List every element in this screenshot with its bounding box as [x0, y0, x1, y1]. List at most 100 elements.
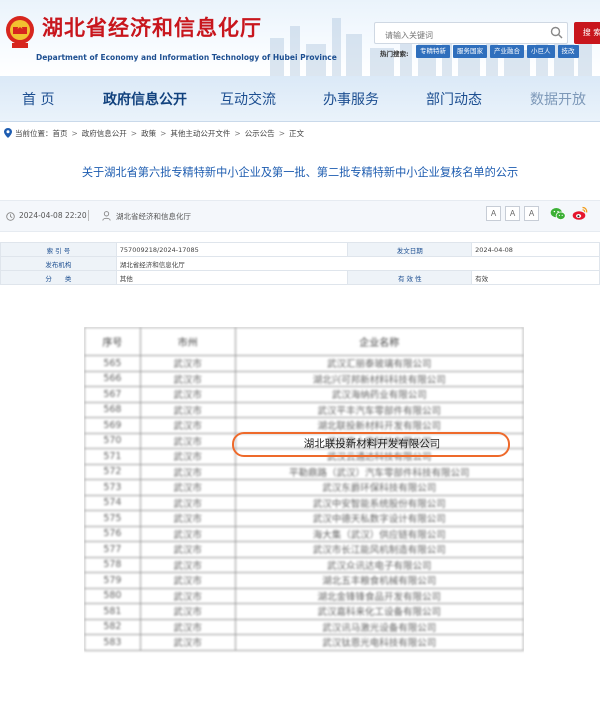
company-name-cell: 武汉东爵环保科技有限公司 — [234, 479, 524, 496]
table-row: 572 武汉市 平勒鼎路（武汉）汽车零部件科技有限公司 — [84, 463, 524, 480]
nav-item-home[interactable]: 首 页 — [22, 76, 54, 122]
table-row: 567 武汉市 武汉海纳药业有限公司 — [84, 386, 524, 403]
table-row: 577 武汉市 武汉市长江能风机制造有限公司 — [84, 541, 524, 558]
company-name-cell: 武汉众讯达电子有限公司 — [234, 556, 524, 573]
index-value: 757009218/2024-17085 — [115, 242, 349, 257]
row-number-cell: 570 — [84, 432, 141, 449]
company-name-cell: 武汉平丰汽车零部件有限公司 — [234, 401, 524, 418]
city-cell: 武汉市 — [139, 618, 236, 635]
company-name-cell: 武汉钛恩光电科技有限公司 — [234, 634, 524, 651]
validity-label: 有 效 性 — [347, 270, 473, 285]
location-pin-icon — [4, 128, 12, 138]
issue-date-label: 发文日期 — [347, 242, 473, 257]
breadcrumb-item[interactable]: 首页 — [53, 128, 68, 139]
table-row: 576 武汉市 海大集（武汉）供应链有限公司 — [84, 525, 524, 542]
publisher-label: 发布机构 — [0, 256, 117, 271]
company-name-cell: 武汉海纳药业有限公司 — [234, 386, 524, 403]
info-row: 分 类 其他 有 效 性 有效 — [0, 270, 600, 285]
row-number-cell: 575 — [84, 510, 141, 527]
table-row: 583 武汉市 武汉钛恩光电科技有限公司 — [84, 634, 524, 651]
breadcrumb-separator: > — [160, 128, 167, 138]
city-cell: 武汉市 — [139, 572, 236, 589]
document-info-table: 索 引 号 757009218/2024-17085 发文日期 2024-04-… — [0, 242, 600, 285]
breadcrumb-item[interactable]: 公示公告 — [245, 128, 275, 139]
company-name-cell: 武汉中德天私数字设计有限公司 — [234, 510, 524, 527]
breadcrumb: 当前位置： 首页 > 政府信息公开 > 政策 > 其他主动公开文件 > 公示公告… — [4, 126, 304, 140]
company-list-table: 序号 市州 企业名称 565 武汉市 武汉汇丽泰玻璃有限公司 566 武汉市 湖北兴可邦新… — [84, 327, 524, 651]
search-icon[interactable] — [550, 26, 563, 39]
city-cell: 武汉市 — [139, 587, 236, 604]
document-image: 序号 市州 企业名称 565 武汉市 武汉汇丽泰玻璃有限公司 566 武汉市 湖北兴可邦新… — [84, 327, 524, 702]
city-cell: 武汉市 — [139, 494, 236, 511]
city-cell: 武汉市 — [139, 634, 236, 651]
breadcrumb-separator: > — [130, 128, 138, 138]
clock-icon — [6, 212, 15, 221]
column-header-company: 企业名称 — [234, 327, 524, 356]
row-number-cell: 574 — [84, 494, 141, 511]
company-name-cell: 湖北联投新材料开发有限公司 — [234, 417, 524, 434]
breadcrumb-item[interactable]: 政策 — [141, 128, 156, 139]
row-number-cell: 578 — [84, 556, 141, 573]
weibo-icon[interactable] — [572, 206, 588, 221]
hot-search-link[interactable]: 服务国家 — [453, 45, 487, 58]
breadcrumb-item-current: 正文 — [288, 128, 304, 138]
city-cell: 武汉市 — [139, 417, 236, 434]
main-nav: 首 页 政府信息公开 互动交流 办事服务 部门动态 数据开放 — [0, 76, 600, 122]
font-size-medium-button[interactable]: A — [505, 206, 520, 221]
city-cell: 武汉市 — [139, 401, 236, 418]
site-subtitle: Department of Economy and Information Te… — [36, 53, 337, 62]
row-number-cell: 579 — [84, 572, 141, 589]
table-header-row: 序号 市州 企业名称 — [84, 327, 524, 356]
breadcrumb-item[interactable]: 其他主动公开文件 — [170, 128, 230, 139]
national-emblem-icon — [6, 16, 34, 48]
meta-divider — [88, 210, 89, 221]
table-row: 568 武汉市 武汉平丰汽车零部件有限公司 — [84, 401, 524, 418]
nav-item-interaction[interactable]: 互动交流 — [220, 76, 276, 122]
table-row: 580 武汉市 湖北金锋锋食品开发有限公司 — [84, 587, 524, 604]
category-label: 分 类 — [0, 270, 117, 285]
hot-search-link[interactable]: 小巨人 — [527, 45, 555, 58]
city-cell: 武汉市 — [139, 541, 236, 558]
table-row: 574 武汉市 武汉中安智能系统股份有限公司 — [84, 494, 524, 511]
nav-item-gov-info[interactable]: 政府信息公开 — [103, 76, 187, 122]
table-row: 575 武汉市 武汉中德天私数字设计有限公司 — [84, 510, 524, 527]
city-cell: 武汉市 — [139, 355, 236, 372]
hot-search-link[interactable]: 产业融合 — [490, 45, 524, 58]
table-row: 581 武汉市 武汉嘉科来化工设备有限公司 — [84, 603, 524, 620]
company-name-cell: 武汉汇丽泰玻璃有限公司 — [234, 355, 524, 372]
nav-item-services[interactable]: 办事服务 — [323, 76, 379, 122]
company-name-cell: 湖北兴可邦新材料科技有限公司 — [234, 370, 524, 387]
table-row: 579 武汉市 湖北五丰粮食机械有限公司 — [84, 572, 524, 589]
hot-search-link[interactable]: 技改 — [557, 45, 579, 58]
row-number-cell: 566 — [84, 370, 141, 387]
row-number-cell: 571 — [84, 448, 141, 465]
hot-search-link[interactable]: 专精特新 — [416, 45, 450, 58]
row-number-cell: 583 — [84, 634, 141, 651]
city-cell: 武汉市 — [139, 556, 236, 573]
row-number-cell: 581 — [84, 603, 141, 620]
company-name-cell: 湖北五丰粮食机械有限公司 — [234, 572, 524, 589]
publisher-value: 湖北省经济和信息化厅 — [115, 256, 600, 271]
search-input[interactable] — [375, 25, 545, 46]
nav-item-open-data[interactable]: 数据开放 — [530, 76, 586, 122]
column-header-number: 序号 — [84, 327, 141, 356]
row-number-cell: 567 — [84, 386, 141, 403]
search-box — [374, 22, 568, 46]
table-row: 578 武汉市 武汉众讯达电子有限公司 — [84, 556, 524, 573]
row-number-cell: 582 — [84, 618, 141, 635]
wechat-icon[interactable] — [550, 207, 566, 221]
company-name-cell: 海大集（武汉）供应链有限公司 — [234, 525, 524, 542]
column-header-city: 市州 — [139, 327, 236, 356]
city-cell: 武汉市 — [139, 370, 236, 387]
table-row: 566 武汉市 湖北兴可邦新材料科技有限公司 — [84, 370, 524, 387]
nav-item-dept-news[interactable]: 部门动态 — [426, 76, 482, 122]
row-number-cell: 569 — [84, 417, 141, 434]
font-size-large-button[interactable]: A — [486, 206, 501, 221]
search-button[interactable]: 搜 索 — [574, 22, 600, 44]
index-label: 索 引 号 — [0, 242, 117, 257]
info-row: 发布机构 湖北省经济和信息化厅 — [0, 256, 600, 271]
breadcrumb-item[interactable]: 政府信息公开 — [82, 128, 127, 139]
font-size-small-button[interactable]: A — [524, 206, 539, 221]
row-number-cell: 565 — [84, 355, 141, 372]
site-title[interactable]: 湖北省经济和信息化厅 — [42, 12, 262, 42]
